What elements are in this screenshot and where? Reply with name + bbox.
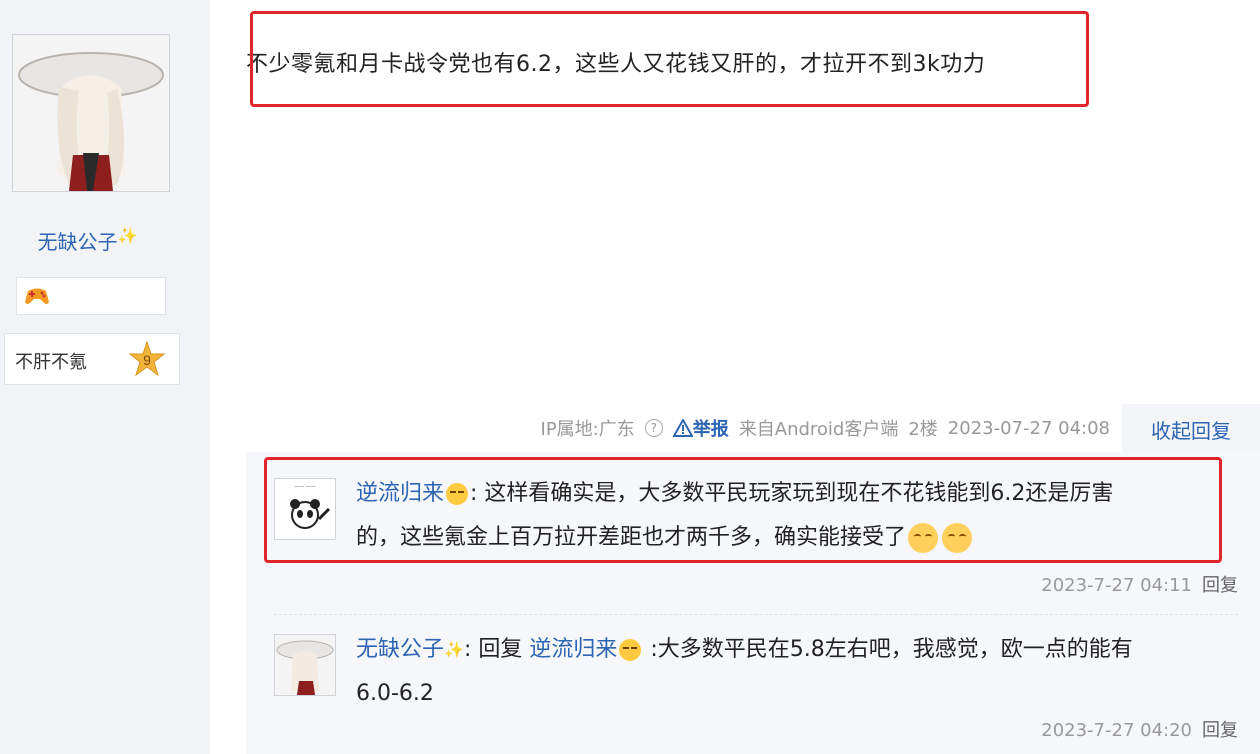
- gamepad-icon: [25, 288, 49, 304]
- reply-avatar-2[interactable]: [274, 634, 336, 696]
- svg-text:—— ——: —— ——: [294, 484, 316, 490]
- reply-meta-1: 2023-7-27 04:11 回复: [1041, 571, 1238, 597]
- reply-section: —— —— 逆流归来 : 这样看确实是，大多数平民玩家玩到现在不花钱能到6.2还是…: [246, 452, 1260, 754]
- reply-text-2: 无缺公子✨: 回复 逆流归来 :大多数平民在5.8左右吧，我感觉，欧一点的能有 …: [356, 628, 1133, 716]
- reply-username-2[interactable]: 无缺公子: [356, 637, 444, 662]
- reply-body-1b: 的，这些氪金上百万拉开差距也才两千多，确实能接受了: [356, 525, 907, 550]
- sparkle-icon: ✨: [444, 640, 464, 659]
- reply-line-1a: 逆流归来 : 这样看确实是，大多数平民玩家玩到现在不花钱能到6.2还是厉害: [356, 472, 1113, 516]
- reply-line-1b: 的，这些氪金上百万拉开差距也才两千多，确实能接受了: [356, 516, 1113, 560]
- author-badge[interactable]: [16, 277, 166, 315]
- hug-emoji-icon: [942, 523, 973, 553]
- reply-avatar-1[interactable]: —— ——: [274, 478, 336, 540]
- level-star-icon: 9: [128, 340, 166, 377]
- floor-number: 2楼: [908, 419, 938, 440]
- reply-username-1[interactable]: 逆流归来: [356, 481, 444, 506]
- reply-action-1[interactable]: 回复: [1202, 575, 1238, 596]
- post-meta: IP属地:广东 ? 举报 来自Android客户端 2楼 2023-07-27 …: [541, 415, 1110, 441]
- sparkle-icon: ✨: [117, 226, 138, 245]
- reply-body-2b: 6.0-6.2: [356, 681, 434, 706]
- sweat-smile-emoji-icon: [446, 483, 469, 505]
- author-name[interactable]: 无缺公子✨: [0, 226, 175, 255]
- reply-meta-2: 2023-7-27 04:20 回复: [1041, 716, 1238, 742]
- reply-action-2[interactable]: 回复: [1202, 720, 1238, 741]
- reply-prefix-2: : 回复: [463, 637, 523, 662]
- author-level: 不肝不氪 9: [4, 333, 180, 385]
- report-link[interactable]: 举报: [672, 415, 729, 441]
- reply-text-1: 逆流归来 : 这样看确实是，大多数平民玩家玩到现在不花钱能到6.2还是厉害 的，这…: [356, 472, 1113, 560]
- hug-emoji-icon: [908, 523, 939, 553]
- reply-body-1a: : 这样看确实是，大多数平民玩家玩到现在不花钱能到6.2还是厉害: [470, 481, 1114, 506]
- reply-time-1: 2023-7-27 04:11: [1041, 575, 1192, 596]
- warning-icon: [672, 417, 694, 437]
- report-label[interactable]: 举报: [693, 419, 729, 440]
- reply-line-2a: 无缺公子✨: 回复 逆流归来 :大多数平民在5.8左右吧，我感觉，欧一点的能有: [356, 628, 1133, 672]
- client-source: 来自Android客户端: [739, 415, 899, 441]
- author-sidebar: 无缺公子✨ 不肝不氪 9: [0, 0, 210, 754]
- reply-target-user-2[interactable]: 逆流归来: [529, 637, 617, 662]
- author-name-text[interactable]: 无缺公子: [38, 230, 118, 254]
- source-text[interactable]: 来自Android客户端: [739, 419, 899, 440]
- reply-divider: [274, 614, 1238, 615]
- author-avatar[interactable]: [12, 34, 170, 192]
- post-time: 2023-07-27 04:08: [947, 417, 1110, 439]
- level-number: 9: [143, 352, 151, 368]
- ip-location: IP属地:广东: [540, 419, 635, 440]
- sweat-smile-emoji-icon: [619, 639, 642, 661]
- reply-line-2b: 6.0-6.2: [356, 672, 1133, 716]
- post-content: 不少零氪和月卡战令党也有6.2，这些人又花钱又肝的，才拉开不到3k功力: [246, 52, 986, 77]
- collapse-replies-button[interactable]: 收起回复: [1122, 404, 1260, 454]
- level-name: 不肝不氪: [15, 352, 87, 373]
- reply-body-2a: :大多数平民在5.8左右吧，我感觉，欧一点的能有: [650, 637, 1133, 662]
- reply-time-2: 2023-7-27 04:20: [1041, 720, 1192, 741]
- help-icon[interactable]: ?: [644, 419, 663, 437]
